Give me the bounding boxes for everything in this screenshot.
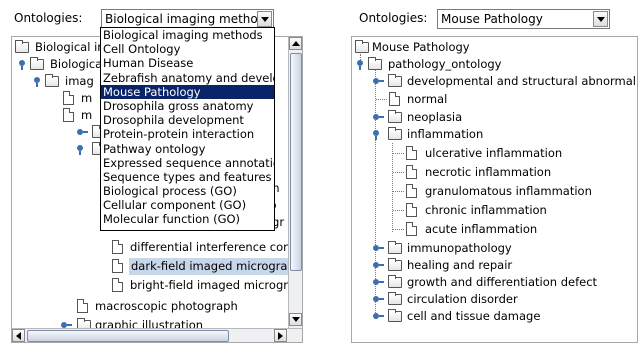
folder-icon [355, 40, 369, 53]
folder-icon [368, 57, 382, 70]
document-icon [63, 108, 74, 122]
arrow-left-icon [16, 331, 21, 340]
horizontal-scrollbar[interactable] [12, 328, 302, 342]
dropdown-option[interactable]: Zebrafish anatomy and developm [101, 71, 274, 85]
dropdown-option[interactable]: Pathway ontology [101, 142, 274, 156]
document-icon [112, 278, 123, 292]
ontology-tree[interactable]: Mouse Pathology pathology_ontology devel… [351, 36, 638, 343]
arrow-right-icon [278, 331, 283, 340]
folder-icon [388, 74, 402, 87]
folder-icon [388, 309, 402, 322]
tree-node[interactable]: inflammation [355, 126, 635, 143]
dropdown-option[interactable]: Cellular component (GO) [101, 198, 274, 212]
ontology-combo[interactable]: Biological imaging methods [101, 9, 274, 29]
tree-node[interactable]: pathology_ontology [355, 56, 635, 73]
scroll-down-button[interactable] [289, 313, 302, 326]
tree-toggle-icon[interactable] [357, 60, 365, 70]
tree-node[interactable]: healing and repair [355, 257, 635, 274]
selected-node-label: dark-field imaged micrograph [129, 258, 303, 275]
tree-node[interactable]: neoplasia [355, 109, 635, 126]
tree-node[interactable]: developmental and structural abnormality [355, 73, 637, 90]
combo-dropdown-button[interactable] [593, 11, 608, 27]
tree-toggle-icon[interactable] [373, 313, 384, 321]
dropdown-option[interactable]: Human Disease [101, 56, 274, 70]
tree-node[interactable]: growth and differentiation defect [355, 274, 635, 291]
tree-toggle-icon[interactable] [373, 130, 381, 140]
tree-node[interactable]: dark-field imaged micrograph [15, 258, 302, 275]
dropdown-option[interactable]: Expressed sequence annotation [101, 156, 274, 170]
ontology-combo-value: Mouse Pathology [441, 12, 543, 26]
document-icon [406, 203, 417, 217]
tree-toggle-icon[interactable] [373, 114, 384, 122]
tree-node[interactable]: cell and tissue damage [355, 308, 635, 325]
document-icon [406, 146, 417, 160]
folder-icon [388, 292, 402, 305]
vertical-scrollbar[interactable] [288, 37, 302, 328]
document-icon [406, 222, 417, 236]
dropdown-option[interactable]: Protein-protein interaction [101, 127, 274, 141]
tree-node[interactable]: differential interference contra [15, 239, 302, 256]
scroll-right-button[interactable] [274, 329, 287, 342]
horizontal-scroll-thumb[interactable] [27, 330, 229, 342]
folder-icon [388, 241, 402, 254]
tree-node[interactable]: Mouse Pathology [355, 39, 635, 56]
arrow-down-icon [291, 317, 300, 322]
tree-node[interactable]: necrotic inflammation [355, 164, 635, 181]
scroll-left-button[interactable] [12, 329, 25, 342]
chevron-down-icon [260, 16, 269, 22]
document-icon [77, 299, 88, 313]
ontologies-label: Ontologies: [359, 11, 428, 25]
tree-node[interactable]: bright-field imaged micrograp [15, 277, 302, 294]
dropdown-option[interactable]: Cell Ontology [101, 42, 274, 56]
arrow-up-icon [291, 41, 300, 46]
tree-node[interactable]: immunopathology [355, 240, 635, 257]
tree-toggle-icon[interactable] [373, 279, 384, 287]
ontology-combo[interactable]: Mouse Pathology [437, 9, 610, 29]
tree-toggle-icon[interactable] [34, 77, 42, 87]
combo-dropdown-button[interactable] [257, 11, 272, 27]
document-icon [112, 240, 123, 254]
document-icon [406, 165, 417, 179]
dropdown-option[interactable]: Drosophila development [101, 113, 274, 127]
tree-toggle-icon[interactable] [373, 245, 384, 253]
tree-node[interactable]: circulation disorder [355, 291, 635, 308]
folder-icon [15, 40, 29, 53]
dropdown-option[interactable]: Molecular function (GO) [101, 212, 274, 226]
ontologies-label: Ontologies: [14, 11, 83, 25]
tree-toggle-icon[interactable] [19, 60, 27, 70]
tree-toggle-icon[interactable] [373, 78, 384, 86]
document-icon [389, 92, 400, 106]
folder-icon [388, 275, 402, 288]
tree-toggle-icon[interactable] [77, 145, 85, 155]
tree-toggle-icon[interactable] [373, 262, 384, 270]
tree-toggle-icon[interactable] [77, 129, 88, 137]
tree-node[interactable]: granulomatous inflammation [355, 183, 635, 200]
tree-node[interactable]: acute inflammation [355, 221, 635, 238]
scroll-up-button[interactable] [289, 37, 302, 50]
document-icon [112, 259, 123, 273]
document-icon [406, 184, 417, 198]
tree-node[interactable]: ulcerative inflammation [355, 145, 635, 162]
dropdown-option[interactable]: Biological imaging methods [101, 28, 274, 42]
scroll-thumb[interactable] [290, 53, 302, 271]
tree-node[interactable]: macroscopic photograph [15, 298, 290, 315]
dropdown-option[interactable]: Sequence types and features [101, 170, 274, 184]
folder-icon [30, 57, 44, 70]
ontology-combo-value: Biological imaging methods [105, 12, 272, 26]
folder-icon [45, 74, 59, 87]
folder-icon [388, 127, 402, 140]
folder-icon [388, 258, 402, 271]
dropdown-option-highlighted[interactable]: Mouse Pathology [101, 84, 274, 99]
dropdown-option[interactable]: Biological process (GO) [101, 184, 274, 198]
chevron-down-icon [596, 16, 605, 22]
document-icon [63, 91, 74, 105]
dropdown-option[interactable]: Drosophila gross anatomy [101, 99, 274, 113]
ontology-dropdown-list[interactable]: Biological imaging methods Cell Ontology… [100, 27, 275, 231]
tree-node[interactable]: chronic inflammation [355, 202, 635, 219]
tree-node[interactable]: normal [355, 91, 635, 108]
folder-icon [388, 110, 402, 123]
tree-toggle-icon[interactable] [373, 296, 384, 304]
